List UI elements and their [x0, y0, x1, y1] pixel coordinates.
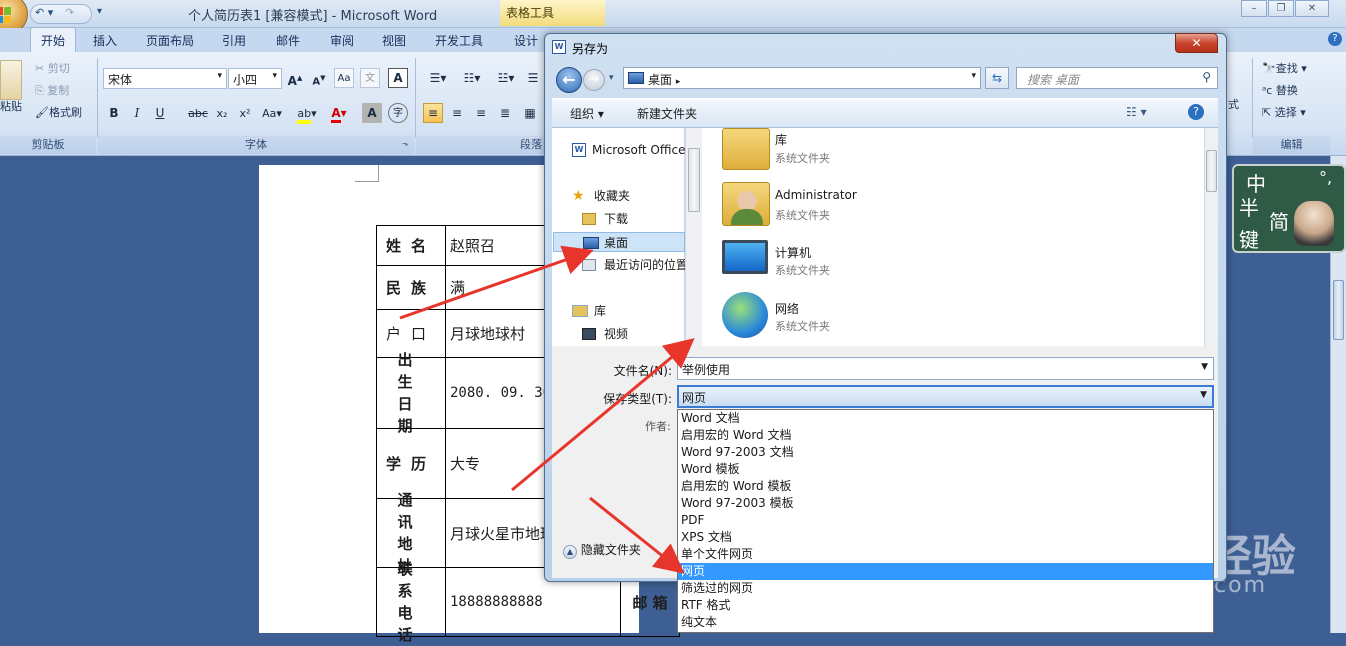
arrow-to-desktop [399, 245, 594, 320]
arrow-to-webpage-option [589, 496, 685, 574]
arrow-to-filename [511, 338, 695, 492]
annotation-arrows [399, 245, 695, 574]
